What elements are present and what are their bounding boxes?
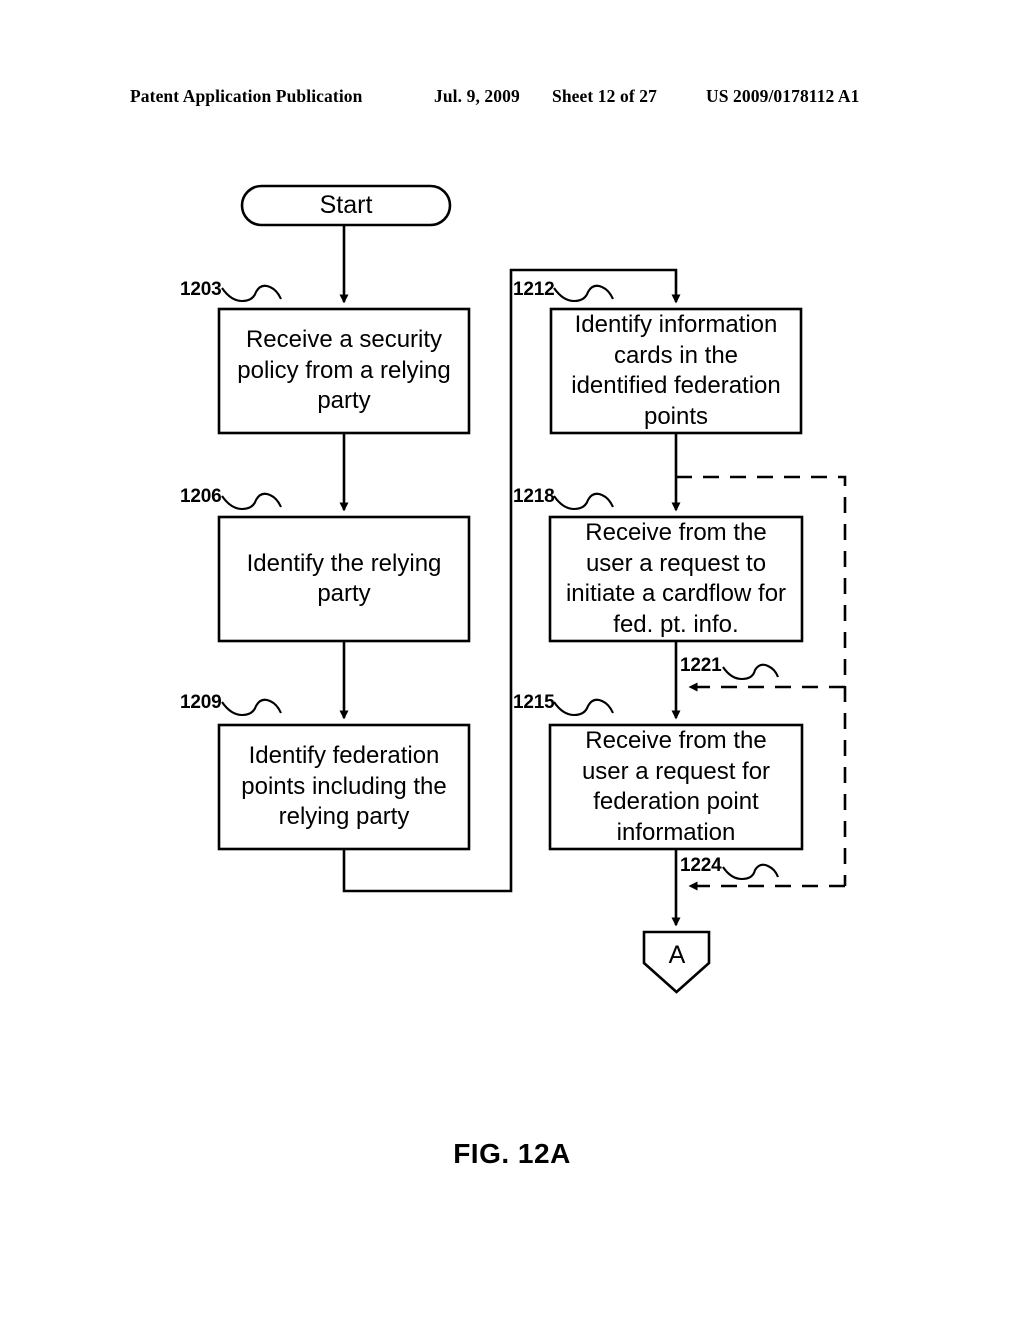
reference-numeral-1215: 1215 (513, 692, 555, 713)
leader-squiggle-1203 (221, 284, 282, 303)
process-box-1203 (217, 307, 471, 435)
start-node-shape (240, 184, 452, 227)
offpage-connector-a-shape (642, 930, 711, 994)
patent-figure-page: Patent Application Publication Jul. 9, 2… (0, 0, 1024, 1320)
leader-squiggle-1206 (221, 492, 282, 511)
process-box-1215 (548, 723, 804, 851)
reference-numeral-1224: 1224 (680, 855, 722, 876)
leader-squiggle-1215 (553, 698, 614, 717)
leader-squiggle-1209 (221, 698, 282, 717)
process-box-1209 (217, 723, 471, 851)
process-box-1218 (548, 515, 804, 643)
leader-squiggle-1224 (722, 863, 779, 881)
reference-numeral-1203: 1203 (180, 279, 222, 300)
reference-numeral-1209: 1209 (180, 692, 222, 713)
leader-squiggle-1221 (722, 663, 779, 681)
reference-numeral-1212: 1212 (513, 279, 555, 300)
leader-squiggle-1218 (553, 492, 614, 511)
figure-caption: FIG. 12A (453, 1138, 571, 1169)
leader-squiggle-1212 (553, 284, 614, 303)
reference-numeral-1206: 1206 (180, 486, 222, 507)
process-box-1206 (217, 515, 471, 643)
flowchart-canvas (217, 184, 847, 994)
reference-numeral-1218: 1218 (513, 486, 555, 507)
process-box-1212 (549, 307, 803, 435)
reference-numeral-1221: 1221 (680, 655, 722, 676)
